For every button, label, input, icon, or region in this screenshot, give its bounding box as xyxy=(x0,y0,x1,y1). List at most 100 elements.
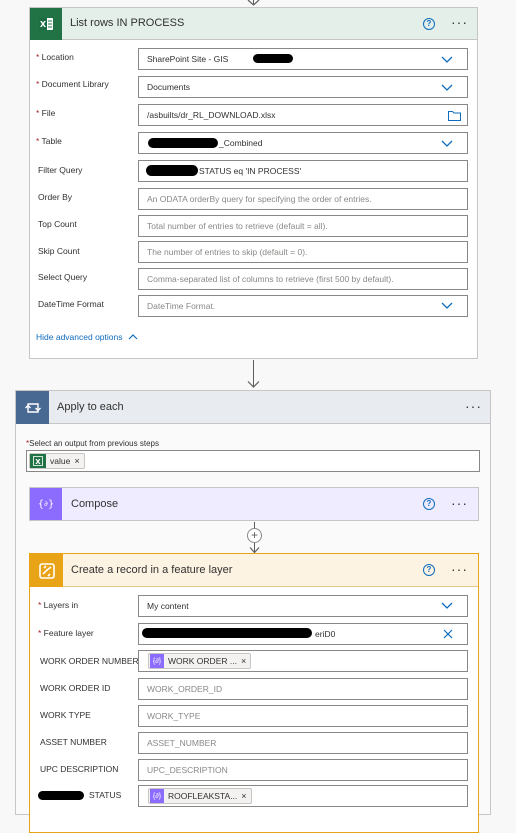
work-type-label: WORK TYPE xyxy=(40,710,91,720)
apply-to-each-card: Apply to each ··· *Select an output from… xyxy=(15,390,491,833)
more-options-icon[interactable]: ··· xyxy=(451,562,468,576)
document-library-label: * Document Library xyxy=(36,79,109,89)
chevron-down-icon[interactable] xyxy=(440,599,454,613)
clear-icon[interactable] xyxy=(443,629,453,639)
skip-count-placeholder: The number of entries to skip (default =… xyxy=(147,247,308,257)
list-rows-card: X List rows IN PROCESS ? ··· * Location … xyxy=(29,7,478,359)
folder-icon[interactable] xyxy=(448,110,461,121)
more-options-icon[interactable]: ··· xyxy=(451,496,468,510)
work-order-token[interactable]: {∂} WORK ORDER ... × xyxy=(148,653,252,669)
chevron-down-icon[interactable] xyxy=(440,299,454,313)
skip-count-input[interactable]: The number of entries to skip (default =… xyxy=(138,241,468,263)
order-by-placeholder: An ODATA orderBy query for specifying th… xyxy=(147,194,372,204)
compose-icon: {∂} xyxy=(30,488,62,520)
hide-advanced-options-link[interactable]: Hide advanced options xyxy=(36,332,139,342)
feature-layer-value: eriD0 xyxy=(315,629,336,639)
work-order-number-input[interactable]: {∂} WORK ORDER ... × xyxy=(138,650,468,672)
datetime-format-dropdown[interactable]: DateTime Format. xyxy=(138,295,468,317)
more-options-icon[interactable]: ··· xyxy=(465,399,482,413)
svg-text:X: X xyxy=(35,458,41,466)
asset-number-input[interactable]: ASSET_NUMBER xyxy=(138,732,468,754)
chevron-down-icon[interactable] xyxy=(440,81,454,95)
datetime-format-placeholder: DateTime Format. xyxy=(147,301,216,311)
status-input[interactable]: {∂} ROOFLEAKSTA... × xyxy=(138,785,468,807)
more-options-icon[interactable]: ··· xyxy=(451,15,468,29)
work-order-token-label: WORK ORDER ... xyxy=(168,656,237,666)
table-label: * Table xyxy=(36,136,62,146)
select-output-input[interactable]: X value × xyxy=(26,450,480,472)
redaction xyxy=(146,165,198,176)
chevron-down-icon[interactable] xyxy=(440,137,454,151)
document-library-value: Documents xyxy=(147,82,190,92)
help-icon[interactable]: ? xyxy=(423,564,435,576)
redaction xyxy=(253,54,293,63)
work-type-input[interactable]: WORK_TYPE xyxy=(138,705,468,727)
top-count-input[interactable]: Total number of entries to retrieve (def… xyxy=(138,215,468,237)
list-rows-title: List rows IN PROCESS xyxy=(70,17,185,29)
value-token[interactable]: X value × xyxy=(29,453,85,469)
add-step-icon[interactable]: + xyxy=(247,528,262,543)
connector-arrow-icon xyxy=(247,0,260,6)
file-label: * File xyxy=(36,108,56,118)
select-output-label: *Select an output from previous steps xyxy=(26,439,159,448)
filter-query-label: Filter Query xyxy=(38,165,83,175)
layers-in-dropdown[interactable]: My content xyxy=(138,595,468,617)
top-count-label: Top Count xyxy=(38,219,77,229)
datetime-format-label: DateTime Format xyxy=(38,299,104,309)
excel-icon: X xyxy=(30,454,46,468)
compose-card[interactable]: {∂} Compose ? ··· xyxy=(29,487,479,521)
location-dropdown[interactable]: SharePoint Site - GIS xyxy=(138,48,468,70)
top-count-placeholder: Total number of entries to retrieve (def… xyxy=(147,221,328,231)
expression-icon: {∂} xyxy=(150,654,164,668)
table-value: _Combined xyxy=(219,138,263,148)
excel-icon: X xyxy=(30,8,62,40)
work-order-id-input[interactable]: WORK_ORDER_ID xyxy=(138,678,468,700)
order-by-input[interactable]: An ODATA orderBy query for specifying th… xyxy=(138,188,468,210)
status-label: STATUS xyxy=(89,790,122,800)
loop-icon xyxy=(16,391,49,424)
select-query-input[interactable]: Comma-separated list of columns to retri… xyxy=(138,268,468,290)
create-record-card: Create a record in a feature layer ? ···… xyxy=(29,553,479,833)
chevron-down-icon[interactable] xyxy=(440,53,454,67)
apply-to-each-title: Apply to each xyxy=(57,401,124,413)
remove-token-icon[interactable]: × xyxy=(241,656,246,666)
hide-advanced-label: Hide advanced options xyxy=(36,332,123,342)
order-by-label: Order By xyxy=(38,192,73,202)
work-order-id-placeholder: WORK_ORDER_ID xyxy=(147,684,223,694)
work-type-placeholder: WORK_TYPE xyxy=(147,711,201,721)
work-order-id-label: WORK ORDER ID xyxy=(40,683,111,693)
asset-number-placeholder: ASSET_NUMBER xyxy=(147,738,217,748)
apply-to-each-header[interactable]: Apply to each ··· xyxy=(16,391,490,424)
file-value: /asbuilts/dr_RL_DOWNLOAD.xlsx xyxy=(147,110,276,120)
location-value: SharePoint Site - GIS xyxy=(147,54,229,64)
upc-description-label: UPC DESCRIPTION xyxy=(40,764,119,774)
remove-token-icon[interactable]: × xyxy=(74,456,79,466)
create-record-title: Create a record in a feature layer xyxy=(71,564,233,576)
remove-token-icon[interactable]: × xyxy=(241,791,246,801)
chevron-up-icon xyxy=(129,334,138,340)
redaction xyxy=(142,628,312,638)
upc-description-placeholder: UPC_DESCRIPTION xyxy=(147,765,228,775)
value-token-label: value xyxy=(50,456,71,466)
help-icon[interactable]: ? xyxy=(423,18,435,30)
create-record-header[interactable]: Create a record in a feature layer ? ··· xyxy=(30,554,478,587)
skip-count-label: Skip Count xyxy=(38,246,80,256)
layers-in-value: My content xyxy=(147,601,189,611)
feature-layer-label: * Feature layer xyxy=(38,628,94,638)
asset-number-label: ASSET NUMBER xyxy=(40,737,107,747)
select-query-placeholder: Comma-separated list of columns to retri… xyxy=(147,274,394,284)
upc-description-input[interactable]: UPC_DESCRIPTION xyxy=(138,759,468,781)
redaction xyxy=(148,138,218,148)
list-rows-header[interactable]: X List rows IN PROCESS ? ··· xyxy=(30,8,477,40)
document-library-dropdown[interactable]: Documents xyxy=(138,76,468,98)
file-input[interactable]: /asbuilts/dr_RL_DOWNLOAD.xlsx xyxy=(138,104,468,126)
location-label: * Location xyxy=(36,52,74,62)
status-token[interactable]: {∂} ROOFLEAKSTA... × xyxy=(148,788,252,804)
help-icon[interactable]: ? xyxy=(423,498,435,510)
redaction xyxy=(38,791,84,800)
layers-in-label: * Layers in xyxy=(38,600,79,610)
expression-icon: {∂} xyxy=(150,789,164,803)
compose-title: Compose xyxy=(71,498,119,510)
work-order-number-label: WORK ORDER NUMBER xyxy=(40,656,139,666)
svg-text:X: X xyxy=(40,20,47,29)
